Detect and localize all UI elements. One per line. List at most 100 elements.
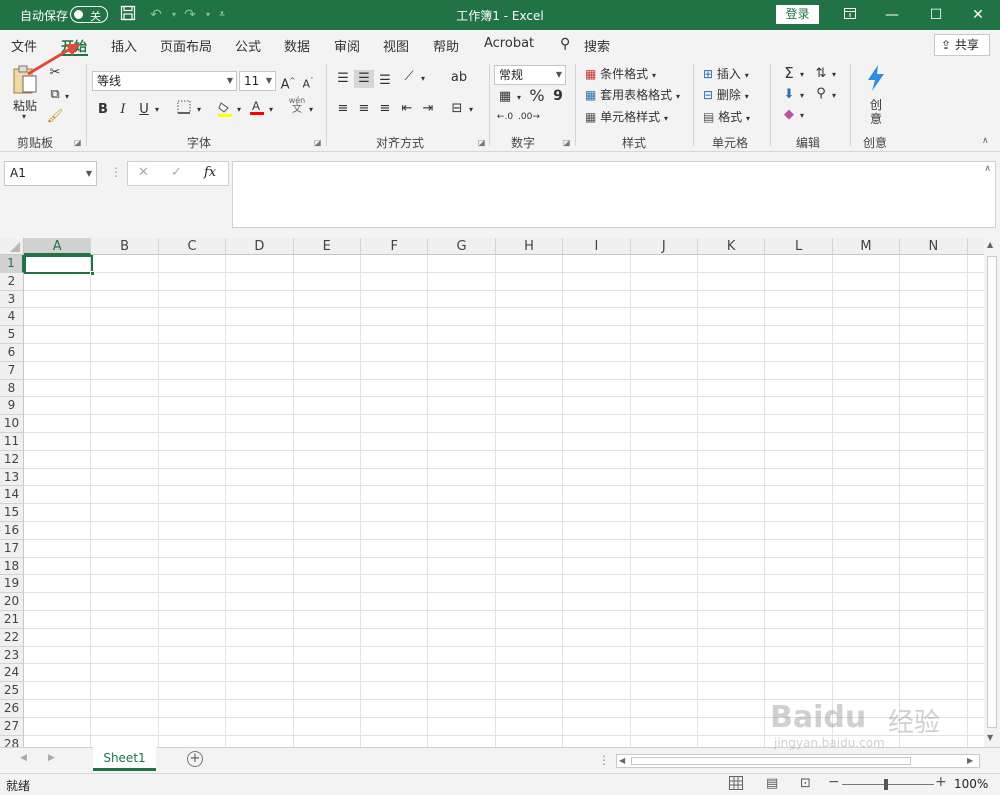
percent-button[interactable]: % [528, 87, 546, 105]
column-header-e[interactable]: E [293, 238, 361, 255]
tab-view[interactable]: 视图 [383, 36, 409, 55]
insert-function-button[interactable]: fx [204, 165, 216, 180]
format-as-table-button[interactable]: ▦ 套用表格格式 ▾ [585, 86, 680, 103]
font-name-select[interactable]: 等线 ▼ [92, 71, 237, 91]
row-header-22[interactable]: 22 [0, 628, 24, 647]
insert-cells-button[interactable]: ⊞ 插入 ▾ [703, 65, 749, 82]
number-launcher-icon[interactable]: ◪ [563, 138, 571, 147]
wrap-text-icon[interactable]: ab [450, 69, 468, 87]
maximize-icon[interactable]: ☐ [914, 0, 958, 30]
close-icon[interactable]: ✕ [956, 0, 1000, 30]
decrease-font-icon[interactable]: Aˇ [300, 72, 316, 94]
autosum-dropdown-icon[interactable]: ▾ [797, 66, 807, 84]
minimize-icon[interactable]: — [870, 0, 914, 30]
row-header-23[interactable]: 23 [0, 646, 24, 665]
orientation-icon[interactable]: ⟋ [400, 68, 418, 86]
column-header-a[interactable]: A [24, 238, 92, 255]
decrease-decimal-icon[interactable]: .00→ [518, 108, 540, 126]
column-header-b[interactable]: B [91, 238, 159, 255]
zoom-out-icon[interactable]: − [828, 774, 840, 790]
row-header-7[interactable]: 7 [0, 361, 24, 380]
column-header-m[interactable]: M [832, 238, 901, 255]
ideas-icon[interactable] [864, 64, 888, 92]
page-break-view-icon[interactable]: ⊡ [800, 776, 811, 791]
sort-dropdown-icon[interactable]: ▾ [829, 66, 839, 84]
cancel-icon[interactable]: ✕ [138, 165, 149, 180]
tab-split-grip-icon[interactable]: ⋮ [598, 753, 610, 767]
login-button[interactable]: 登录 [776, 5, 819, 24]
normal-view-icon[interactable] [729, 776, 743, 790]
tab-formulas[interactable]: 公式 [235, 36, 261, 55]
row-header-11[interactable]: 11 [0, 433, 24, 451]
row-header-13[interactable]: 13 [0, 468, 24, 487]
column-header-n[interactable]: N [900, 238, 968, 255]
row-header-3[interactable]: 3 [0, 290, 24, 309]
name-box[interactable]: A1 ▼ [4, 161, 97, 186]
row-header-27[interactable]: 27 [0, 717, 24, 736]
enter-icon[interactable]: ✓ [171, 165, 182, 180]
column-header-j[interactable]: J [630, 238, 698, 255]
align-center-icon[interactable]: ≡ [355, 100, 373, 118]
underline-dropdown-icon[interactable]: ▾ [152, 101, 162, 119]
vertical-scroll-thumb[interactable] [987, 256, 997, 728]
row-header-16[interactable]: 16 [0, 522, 24, 540]
page-layout-view-icon[interactable]: ▤ [766, 776, 778, 791]
accounting-format-icon[interactable]: ▦ [496, 88, 514, 106]
row-header-1[interactable]: 1 [0, 255, 24, 273]
find-select-icon[interactable]: ⚲ [812, 85, 830, 103]
row-header-5[interactable]: 5 [0, 326, 24, 344]
column-header-c[interactable]: C [158, 238, 227, 255]
number-format-select[interactable]: 常规 ▼ [494, 65, 566, 85]
column-header-i[interactable]: I [563, 238, 631, 255]
horizontal-scrollbar[interactable]: ◀ ▶ [616, 754, 980, 768]
column-header-partial[interactable] [967, 238, 984, 255]
search-icon[interactable]: ⚲ [560, 36, 570, 52]
row-header-15[interactable]: 15 [0, 504, 24, 522]
row-header-20[interactable]: 20 [0, 593, 24, 611]
autosum-icon[interactable]: Σ [780, 64, 798, 82]
formula-input[interactable]: ∧ [232, 161, 996, 228]
column-header-g[interactable]: G [428, 238, 496, 255]
share-button[interactable]: ⇪ 共享 [934, 34, 990, 56]
row-header-2[interactable]: 2 [0, 272, 24, 291]
collapse-ribbon-icon[interactable]: ∧ [982, 136, 989, 146]
increase-indent-icon[interactable]: ⇥ [419, 100, 437, 118]
align-top-icon[interactable]: ☰ [334, 70, 352, 88]
fill-color-icon[interactable] [216, 100, 234, 124]
cell-styles-button[interactable]: ▦ 单元格样式 ▾ [585, 108, 668, 125]
align-left-icon[interactable]: ≡ [334, 100, 352, 118]
row-header-8[interactable]: 8 [0, 379, 24, 398]
add-sheet-button[interactable]: + [187, 751, 203, 767]
scroll-left-icon[interactable]: ◀ [619, 756, 625, 765]
zoom-slider-thumb[interactable] [884, 779, 888, 790]
comma-style-button[interactable]: 9 [551, 87, 565, 105]
copy-dropdown-icon[interactable]: ▾ [62, 88, 72, 106]
underline-button[interactable]: U [137, 101, 151, 119]
scroll-down-icon[interactable]: ▼ [987, 733, 993, 742]
sheet-tab-sheet1[interactable]: Sheet1 [93, 747, 156, 771]
tab-review[interactable]: 审阅 [334, 36, 360, 55]
phonetic-guide-icon[interactable]: wén 文 [288, 96, 306, 115]
ideas-label-2[interactable]: 意 [870, 110, 882, 127]
alignment-launcher-icon[interactable]: ◪ [478, 138, 486, 147]
row-header-21[interactable]: 21 [0, 611, 24, 629]
zoom-slider-track[interactable] [842, 784, 934, 785]
phonetic-dropdown-icon[interactable]: ▾ [306, 101, 316, 119]
fill-icon[interactable]: ⬇ [780, 86, 798, 104]
italic-button[interactable]: I [116, 101, 130, 119]
fill-handle[interactable] [90, 271, 95, 276]
tab-acrobat[interactable]: Acrobat [484, 36, 534, 51]
column-header-f[interactable]: F [361, 238, 429, 255]
row-header-24[interactable]: 24 [0, 664, 24, 683]
accounting-dropdown-icon[interactable]: ▾ [514, 89, 524, 107]
tab-page-layout[interactable]: 页面布局 [160, 36, 212, 55]
zoom-level[interactable]: 100% [954, 777, 988, 791]
row-header-10[interactable]: 10 [0, 415, 24, 433]
select-all-corner[interactable] [0, 238, 24, 255]
column-header-h[interactable]: H [495, 238, 564, 255]
fill-dropdown-icon[interactable]: ▾ [234, 101, 244, 119]
zoom-in-icon[interactable]: + [935, 774, 947, 790]
active-cell-a1[interactable] [24, 255, 95, 276]
row-header-9[interactable]: 9 [0, 397, 24, 416]
ribbon-display-icon[interactable] [828, 0, 872, 30]
